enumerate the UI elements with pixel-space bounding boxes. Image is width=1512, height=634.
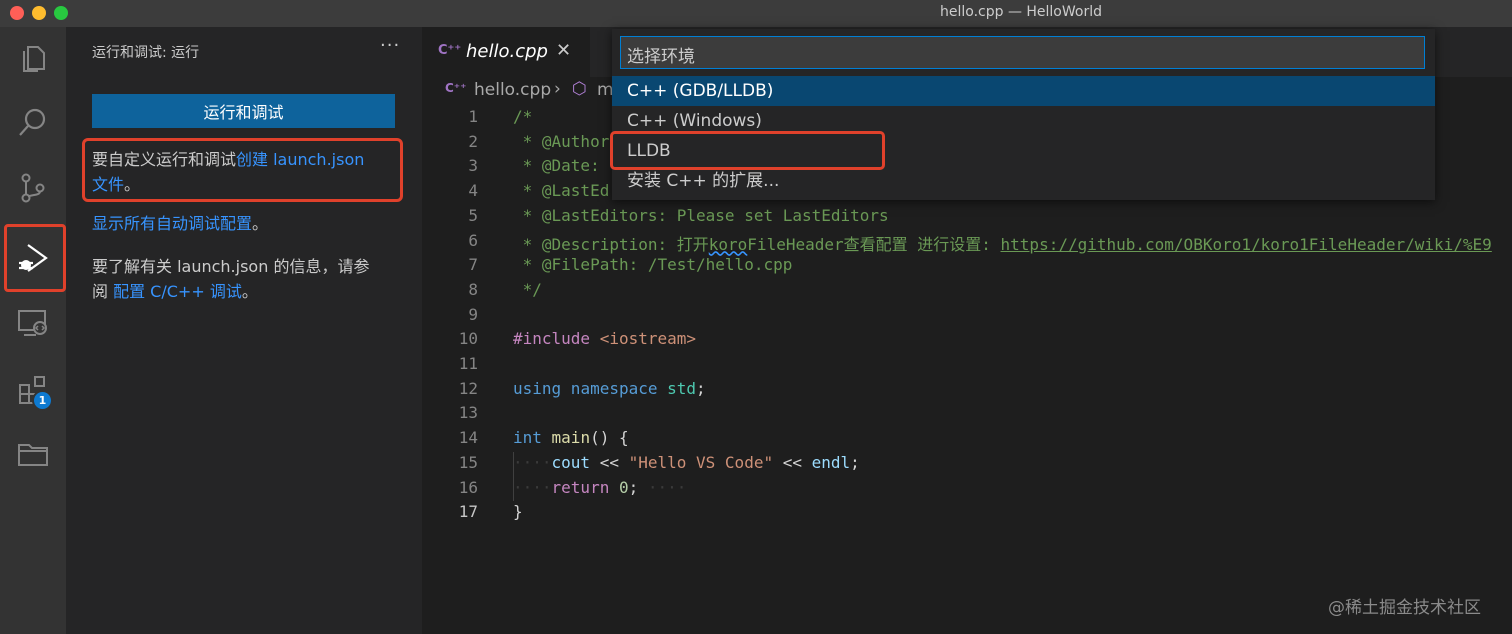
extensions-badge: 1 [32,390,53,411]
cpp-file-icon: C⁺⁺ [445,81,467,95]
code-line-6: * @Description: 打开koroFileHeader查看配置 进行设… [513,234,1492,254]
indent-guide [513,452,514,501]
code-line-14: int main() { [513,428,629,448]
run-debug-sidebar: 运行和调试: 运行 ··· 运行和调试 要自定义运行和调试创建 launch.j… [66,27,422,634]
line-number: 16 [458,477,478,497]
line-number: 10 [458,329,478,349]
code-line-16: ····return 0; ···· [513,477,687,497]
breadcrumb-file[interactable]: hello.cpp [474,80,551,100]
learn-launch-text: 要了解有关 launch.json 的信息，请参阅 配置 C/C++ 调试。 [92,254,397,304]
line-number: 8 [468,279,478,299]
line-number: 2 [468,131,478,151]
line-number: 9 [468,304,478,324]
line-number: 4 [468,181,478,201]
code-line-5: * @LastEditors: Please set LastEditors [513,205,889,225]
line-number: 14 [458,428,478,448]
sidebar-title: 运行和调试: 运行 [92,45,200,61]
code-line-12: using namespace std; [513,378,706,398]
show-all-debug-configs-link[interactable]: 显示所有自动调试配置 [92,214,252,233]
select-environment-quick-pick: 选择环境 C++ (GDB/LLDB) C++ (Windows) LLDB 安… [612,29,1435,200]
code-line-3: * @Date: [513,156,610,176]
remote-explorer-icon[interactable] [0,292,66,354]
code-line-1: /* [513,107,533,126]
line-number: 7 [468,255,478,275]
line-number: 3 [468,156,478,176]
title-bar: hello.cpp — HelloWorld [0,0,1512,27]
tab-label: hello.cpp [466,41,548,62]
show-all-text: 显示所有自动调试配置。 [92,211,397,236]
period: 。 [241,282,258,301]
line-number: 11 [458,354,478,373]
create-launch-highlight [82,138,403,202]
code-line-15: ····cout << "Hello VS Code" << endl; [513,452,860,472]
configure-cpp-debug-link[interactable]: 配置 C/C++ 调试 [113,282,242,301]
activity-bar: 1 [0,27,66,634]
environment-search-input[interactable]: 选择环境 [620,36,1425,69]
cube-icon: ⬡ [572,79,587,99]
extensions-icon[interactable] [0,359,66,421]
period: 。 [252,214,269,233]
code-line-7: * @FilePath: /Test/hello.cpp [513,255,793,275]
code-line-17: } [513,502,523,522]
line-number: 13 [458,403,478,423]
line-number: 5 [468,205,478,225]
option-cpp-gdb-lldb[interactable]: C++ (GDB/LLDB) [612,76,1435,106]
lldb-highlight [610,131,885,170]
description-url-link[interactable]: https://github.com/OBKoro1/koro1FileHead… [1001,235,1492,254]
code-line-2: * @Author [513,131,610,151]
more-actions-button[interactable]: ··· [380,35,400,56]
learn-text-2: 阅 [92,282,114,301]
chevron-right-icon: › [554,79,561,99]
tab-hello-cpp[interactable]: C⁺⁺ hello.cpp ✕ [422,27,590,77]
run-and-debug-button[interactable]: 运行和调试 [92,94,395,128]
line-number: 12 [458,378,478,398]
line-number: 15 [458,452,478,472]
explorer-icon[interactable] [0,27,66,89]
run-debug-highlight [4,224,66,292]
line-number: 6 [468,230,478,250]
line-number: 1 [468,107,478,126]
line-number: 17 [458,502,478,522]
watermark: @稀土掘金技术社区 [1328,598,1481,618]
code-line-8: */ [513,279,542,299]
source-control-icon[interactable] [0,157,66,219]
window-title: hello.cpp — HelloWorld [939,4,1102,20]
code-line-10: #include <iostream> [513,329,697,349]
cpp-file-icon: C⁺⁺ [438,43,462,58]
search-icon[interactable] [0,91,66,153]
close-icon[interactable]: ✕ [556,40,571,61]
folder-icon[interactable] [0,423,66,485]
option-install-cpp-extension[interactable]: 安装 C++ 的扩展... [612,166,1435,196]
code-line-4: * @LastEd [513,181,610,201]
learn-text-1: 要了解有关 launch.json 的信息，请参 [92,257,370,276]
